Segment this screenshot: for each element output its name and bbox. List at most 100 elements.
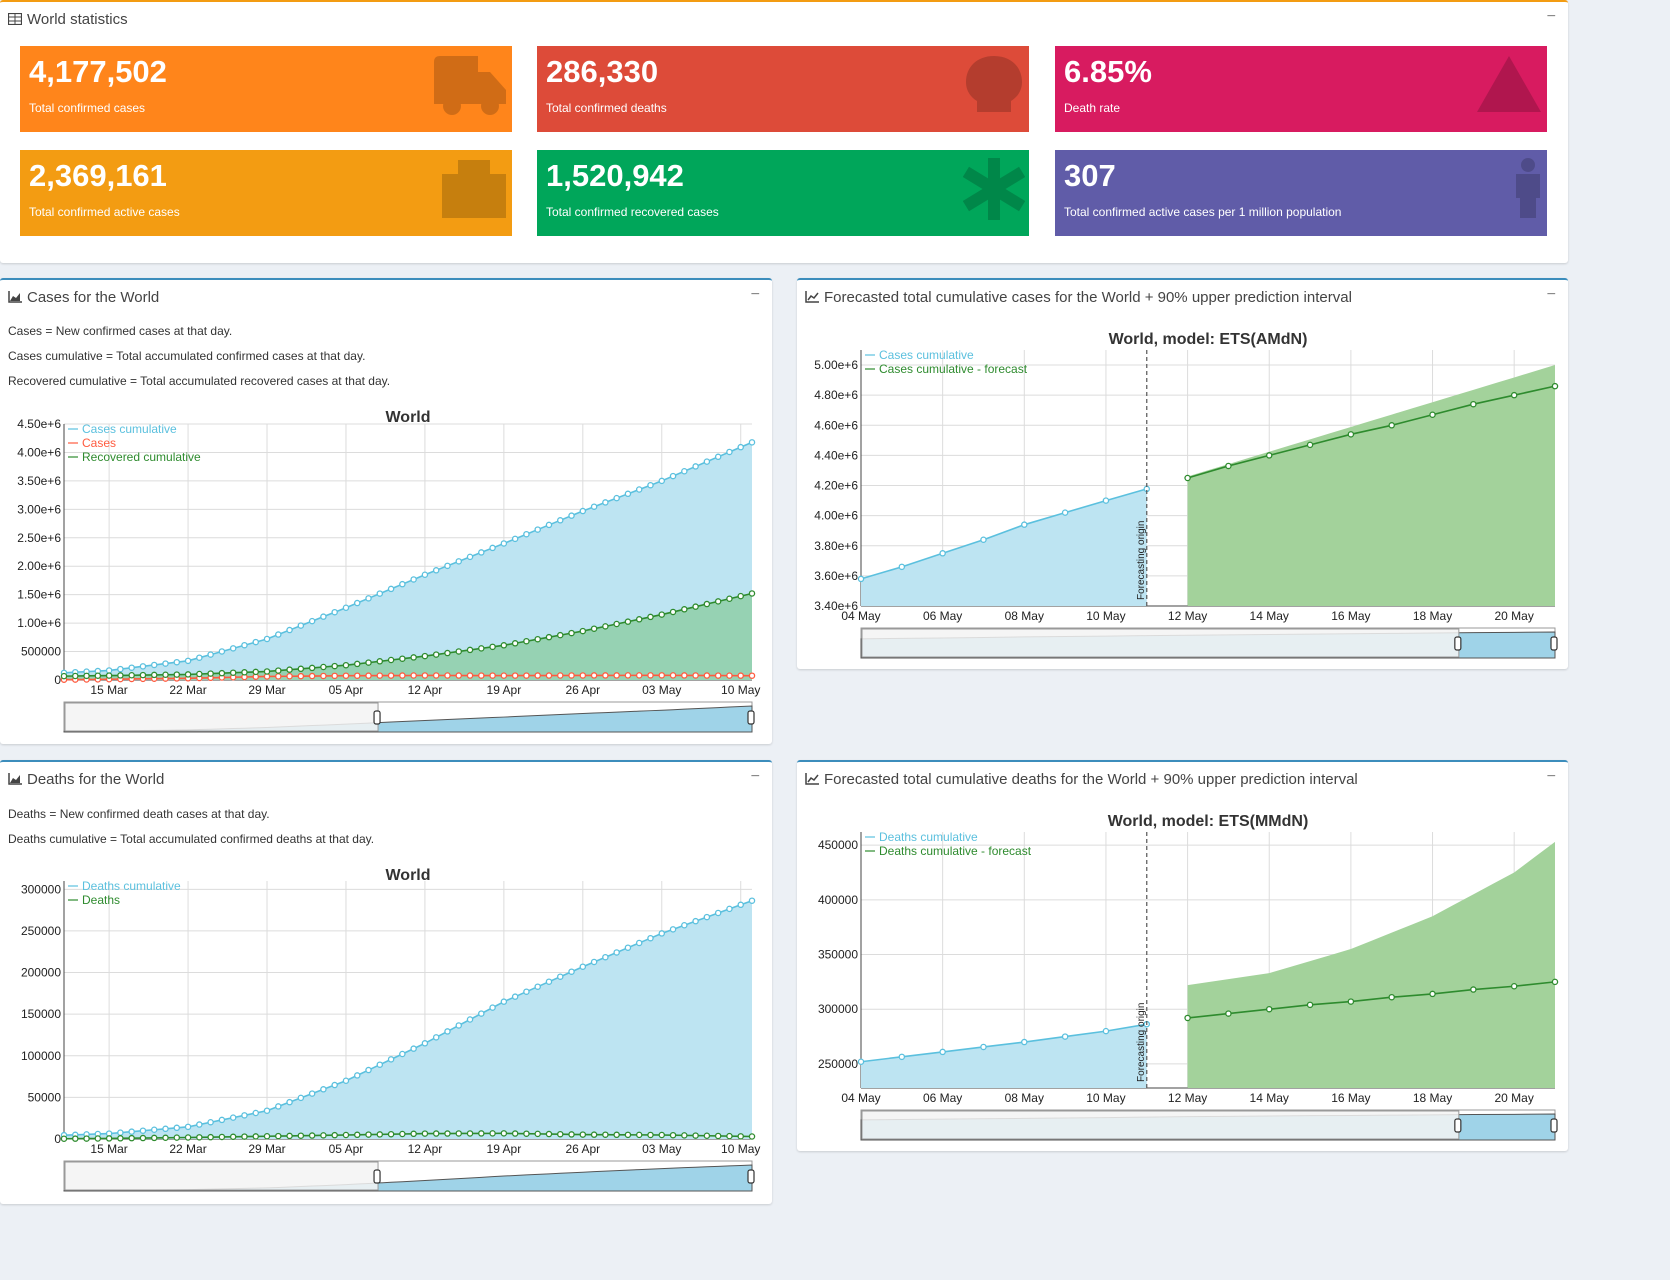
data-point xyxy=(365,659,372,666)
forecast-deaths-chart[interactable]: World, model: ETS(MMdN) 250000 300000 35000… xyxy=(797,800,1568,1150)
x-tick-label: 15 Mar xyxy=(90,683,127,697)
range-handle[interactable] xyxy=(1550,1118,1558,1133)
data-point xyxy=(557,517,564,524)
data-point xyxy=(466,1016,474,1023)
data-point xyxy=(117,672,124,679)
x-tick-label: 22 Mar xyxy=(169,1142,206,1156)
forecast-cases-title: Forecasted total cumulative cases for th… xyxy=(824,289,1352,306)
data-point xyxy=(898,1053,906,1061)
data-point xyxy=(444,1130,451,1137)
range-handle[interactable] xyxy=(1454,1118,1462,1133)
data-point xyxy=(1306,1001,1314,1009)
data-point xyxy=(669,926,677,933)
collapse-button[interactable]: − xyxy=(1547,8,1556,26)
data-point xyxy=(557,973,564,980)
x-tick-label: 06 May xyxy=(923,1091,962,1105)
data-point xyxy=(196,654,203,661)
data-point xyxy=(353,1131,361,1139)
collapse-button[interactable]: − xyxy=(751,286,760,304)
y-tick-label: 250000 xyxy=(21,924,61,938)
data-point xyxy=(602,1131,609,1138)
data-point xyxy=(365,595,372,602)
stat-box: 286,330 Total confirmed deaths xyxy=(537,46,1029,132)
data-point xyxy=(669,472,677,480)
forecast-cases-chart[interactable]: World, model: ETS(AMdN)3.40e+63.60e+63.8… xyxy=(797,318,1568,668)
deaths-chart[interactable]: World 0 50000 100000 150000 200000 250000 30000… xyxy=(0,858,772,1198)
data-point xyxy=(342,661,350,669)
x-tick-label: 03 May xyxy=(642,683,681,697)
data-point xyxy=(534,526,541,533)
data-point xyxy=(545,978,553,985)
data-point xyxy=(252,1133,259,1140)
data-point xyxy=(83,672,90,680)
data-point xyxy=(421,1040,429,1047)
stat-label: Total confirmed active cases xyxy=(29,205,180,219)
y-tick-label: 400000 xyxy=(818,893,858,907)
collapse-button[interactable]: − xyxy=(1547,768,1556,786)
range-handle[interactable] xyxy=(747,710,755,725)
data-point xyxy=(534,672,541,679)
data-point xyxy=(342,1077,350,1084)
data-point xyxy=(1551,382,1559,390)
range-handle[interactable] xyxy=(373,710,381,725)
data-point xyxy=(658,930,666,937)
legend-label: Deaths xyxy=(82,893,120,907)
data-point xyxy=(1265,1005,1273,1013)
data-point xyxy=(1306,441,1314,449)
data-point xyxy=(681,468,688,475)
data-point xyxy=(545,633,553,641)
forecasting-origin-label: Forecasting origin xyxy=(1136,1003,1147,1082)
data-point xyxy=(692,672,699,679)
data-point xyxy=(455,1022,463,1029)
data-point xyxy=(1021,521,1028,528)
forecast-cases-panel: Forecasted total cumulative cases for th… xyxy=(797,278,1568,669)
collapse-button[interactable]: − xyxy=(751,768,760,786)
data-point xyxy=(647,672,654,679)
data-point xyxy=(692,917,699,925)
data-point xyxy=(613,1131,620,1139)
data-point xyxy=(60,1135,68,1143)
data-point xyxy=(72,1135,79,1142)
data-point xyxy=(726,448,733,456)
data-point xyxy=(117,665,124,673)
data-point xyxy=(489,544,496,552)
range-handle[interactable] xyxy=(373,1169,381,1184)
chart-title: World, model: ETS(MMdN) xyxy=(1108,813,1309,830)
data-point xyxy=(297,665,305,673)
data-point xyxy=(365,1131,372,1138)
data-point xyxy=(162,1125,169,1133)
data-point xyxy=(410,1045,417,1052)
data-point xyxy=(297,1132,305,1139)
data-point xyxy=(444,672,451,679)
data-point xyxy=(432,1034,440,1041)
chart-title: World, model: ETS(AMdN) xyxy=(1109,331,1308,348)
stat-value: 2,369,161 xyxy=(29,158,167,193)
data-point xyxy=(1102,1027,1110,1035)
data-point xyxy=(286,1132,293,1140)
data-point xyxy=(602,953,609,961)
data-point xyxy=(635,486,643,493)
table-icon xyxy=(8,13,22,25)
data-point xyxy=(139,663,147,670)
data-point xyxy=(624,1131,632,1139)
data-point xyxy=(128,664,135,671)
range-handle[interactable] xyxy=(1550,636,1558,651)
data-point xyxy=(421,672,429,679)
data-point xyxy=(647,481,654,489)
data-point xyxy=(94,1135,102,1142)
chart-title: World xyxy=(385,409,430,426)
range-handle[interactable] xyxy=(747,1169,755,1184)
data-point xyxy=(500,998,508,1005)
world-statistics-title: World statistics xyxy=(8,11,128,28)
data-point xyxy=(229,1133,237,1141)
data-point xyxy=(703,600,711,608)
collapse-button[interactable]: − xyxy=(1547,286,1556,304)
range-handle[interactable] xyxy=(1454,636,1462,651)
data-point xyxy=(150,671,158,679)
data-point xyxy=(489,643,496,651)
data-point xyxy=(139,1134,147,1142)
cases-chart[interactable]: World 0 500000 1.00e+6 1.50e+6 2.00e+6 2.50e+6… xyxy=(0,400,772,740)
data-point xyxy=(466,646,474,654)
data-point xyxy=(602,672,609,679)
data-point xyxy=(737,1133,744,1140)
